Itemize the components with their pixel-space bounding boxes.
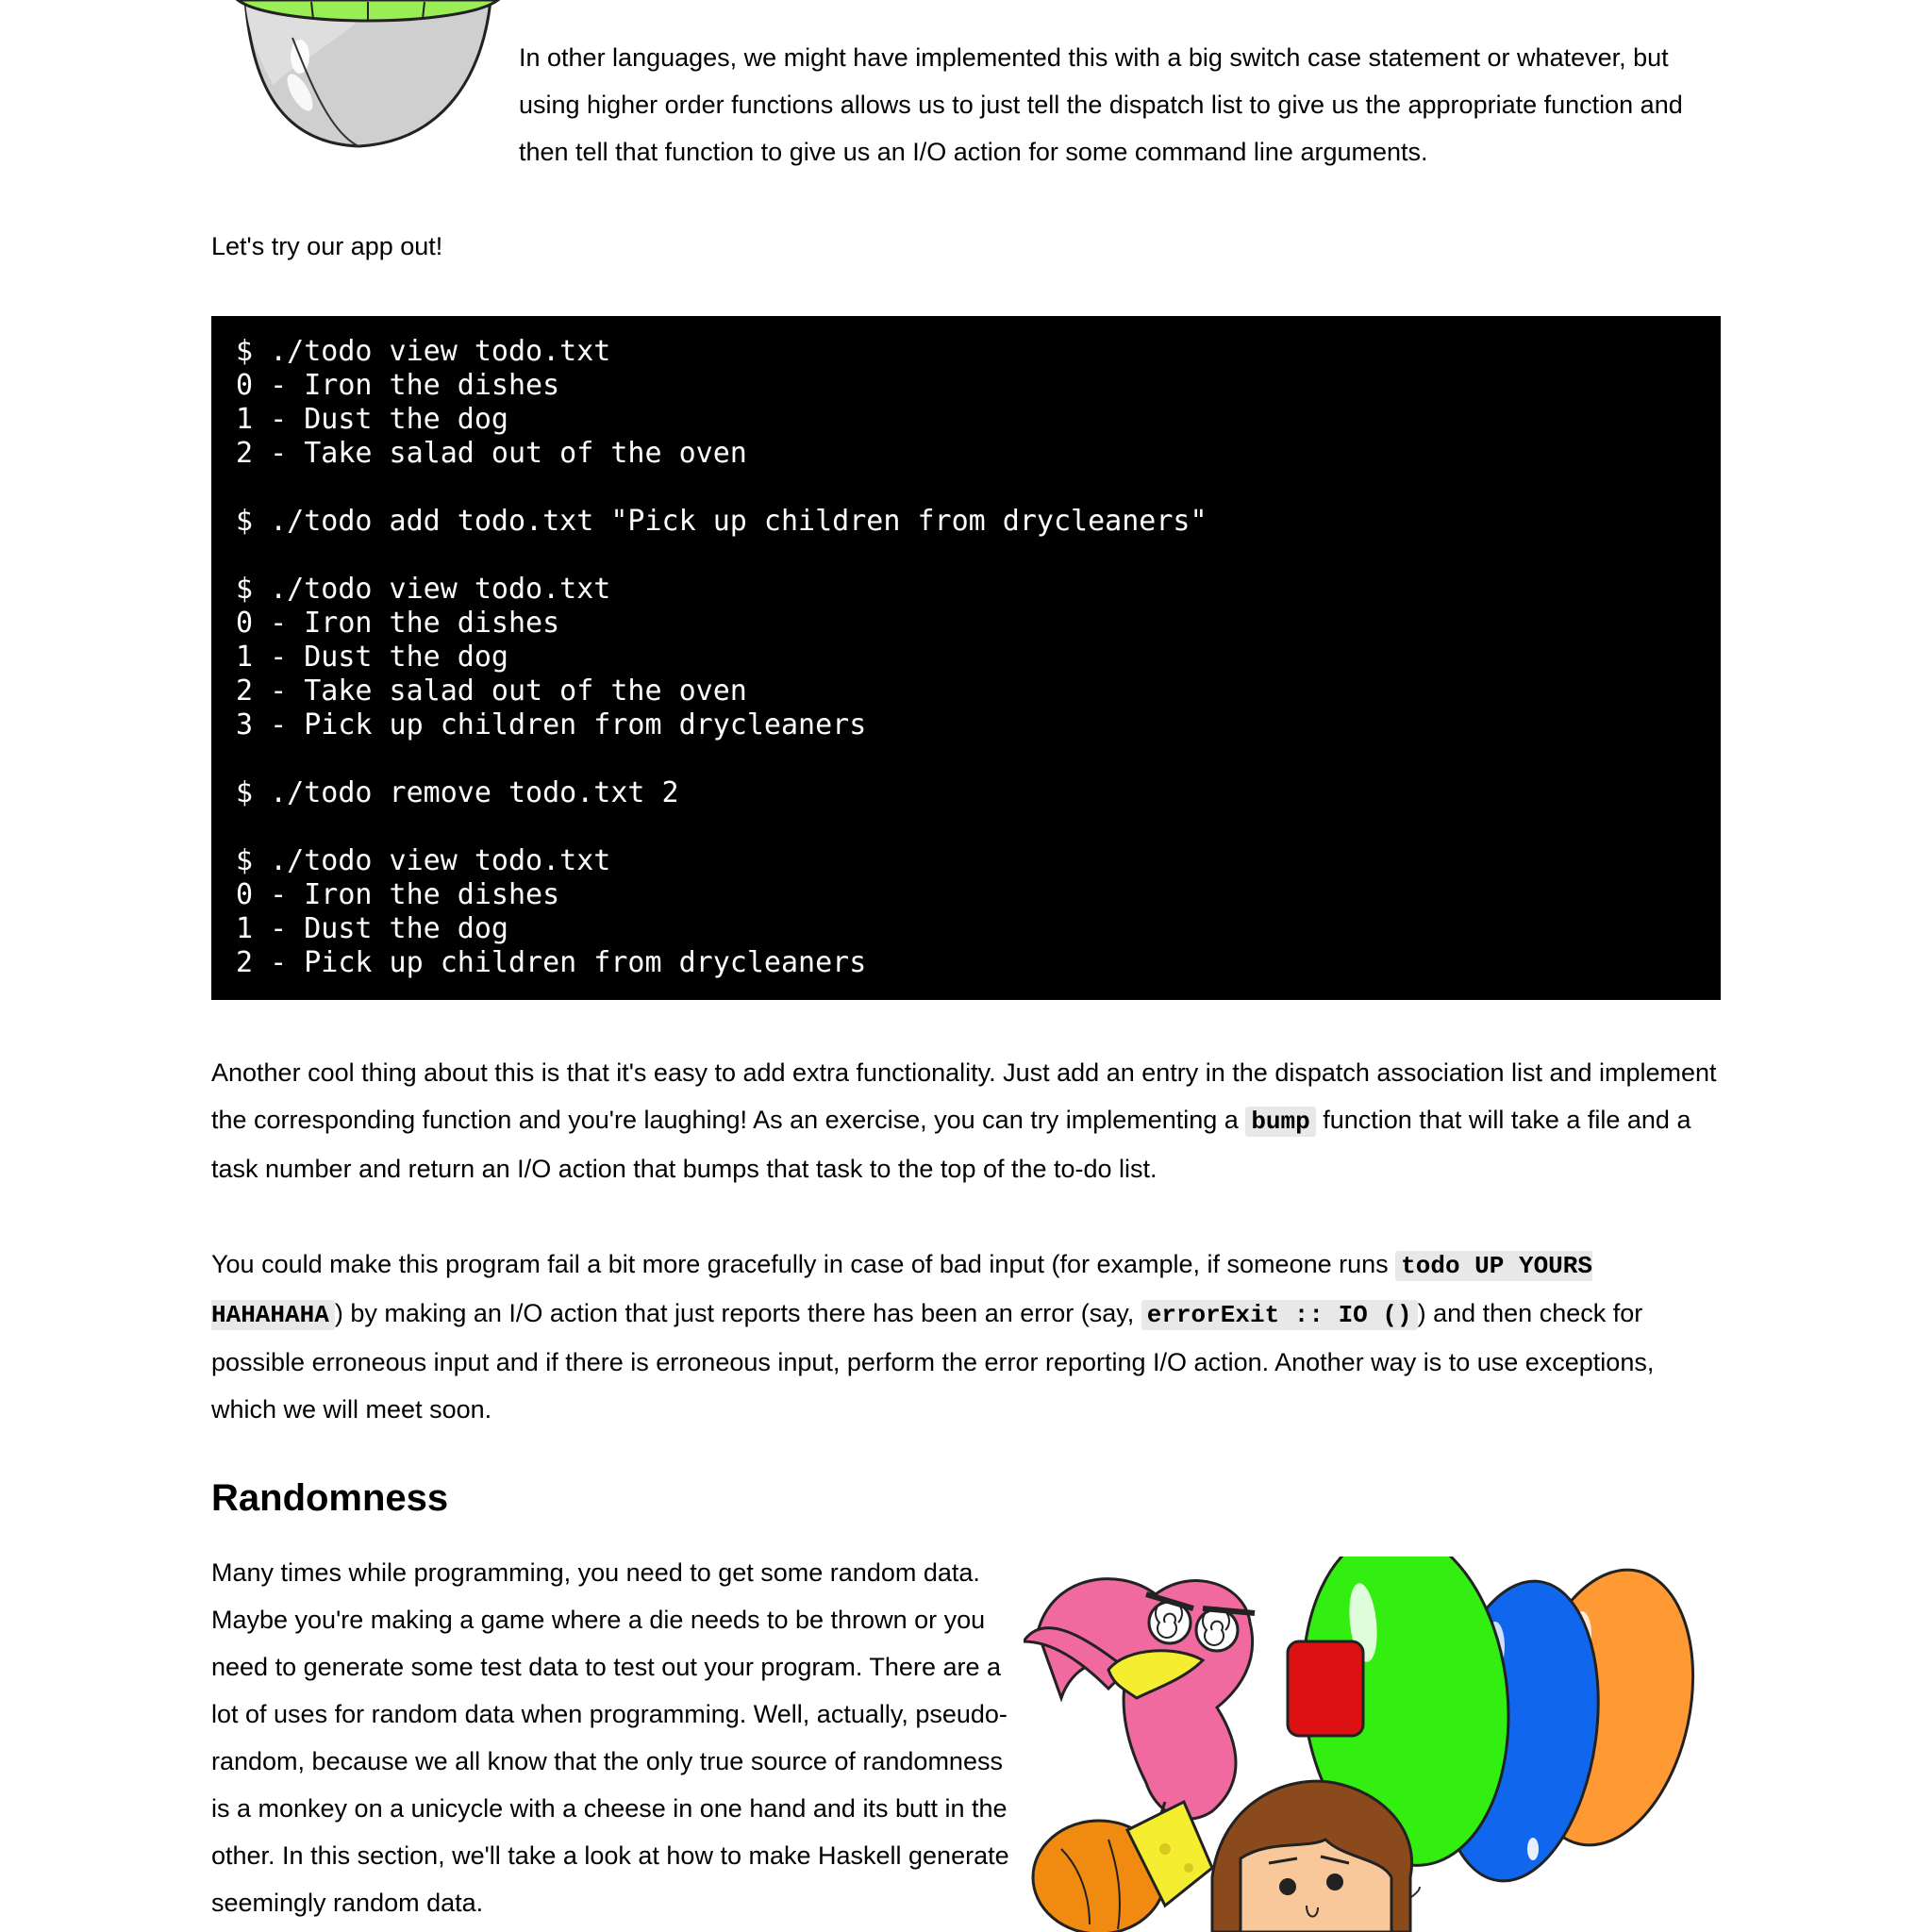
terminal-output-line: 1 - Dust the dog	[236, 641, 508, 674]
graceful-failure-paragraph: You could make this program fail a bit m…	[211, 1241, 1722, 1433]
error-exit-code: errorExit :: IO ()	[1141, 1300, 1418, 1330]
bump-code: bump	[1245, 1107, 1316, 1137]
terminal-output-line: 3 - Pick up children from drycleaners	[236, 708, 867, 741]
terminal-code-block: $ ./todo view todo.txt 0 - Iron the dish…	[211, 316, 1721, 1000]
try-app-paragraph: Let's try our app out!	[211, 232, 443, 260]
intro-paragraph: In other languages, we might have implem…	[519, 43, 1683, 166]
terminal-output-line: 0 - Iron the dishes	[236, 878, 560, 911]
section-heading: Randomness	[211, 1477, 449, 1519]
monkey-balloons-illustration	[1024, 1557, 1695, 1932]
terminal-output-line: 2 - Take salad out of the oven	[236, 437, 747, 470]
terminal-command-line: $ ./todo add todo.txt "Pick up children …	[236, 505, 1208, 538]
page: In other languages, we might have implem…	[0, 0, 1932, 1932]
terminal-output-line: 2 - Take salad out of the oven	[236, 675, 747, 708]
pod-illustration	[236, 0, 500, 148]
terminal-command-line: $ ./todo view todo.txt	[236, 335, 611, 368]
terminal-command-line: $ ./todo view todo.txt	[236, 573, 611, 606]
terminal-output-line: 0 - Iron the dishes	[236, 369, 560, 402]
randomness-paragraph: Many times while programming, you need t…	[211, 1558, 1009, 1917]
terminal-output: $ ./todo view todo.txt 0 - Iron the dish…	[211, 316, 1721, 999]
extra-functionality-paragraph: Another cool thing about this is that it…	[211, 1049, 1722, 1192]
could-text-2: ) by making an I/O action that just repo…	[334, 1299, 1141, 1327]
terminal-output-line: 2 - Pick up children from drycleaners	[236, 946, 867, 979]
terminal-output-line: 1 - Dust the dog	[236, 403, 508, 436]
terminal-output-line: 1 - Dust the dog	[236, 912, 508, 945]
terminal-command-line: $ ./todo view todo.txt	[236, 844, 611, 877]
terminal-output-line: 0 - Iron the dishes	[236, 607, 560, 640]
terminal-command-line: $ ./todo remove todo.txt 2	[236, 776, 679, 809]
could-text-1: You could make this program fail a bit m…	[211, 1250, 1396, 1278]
